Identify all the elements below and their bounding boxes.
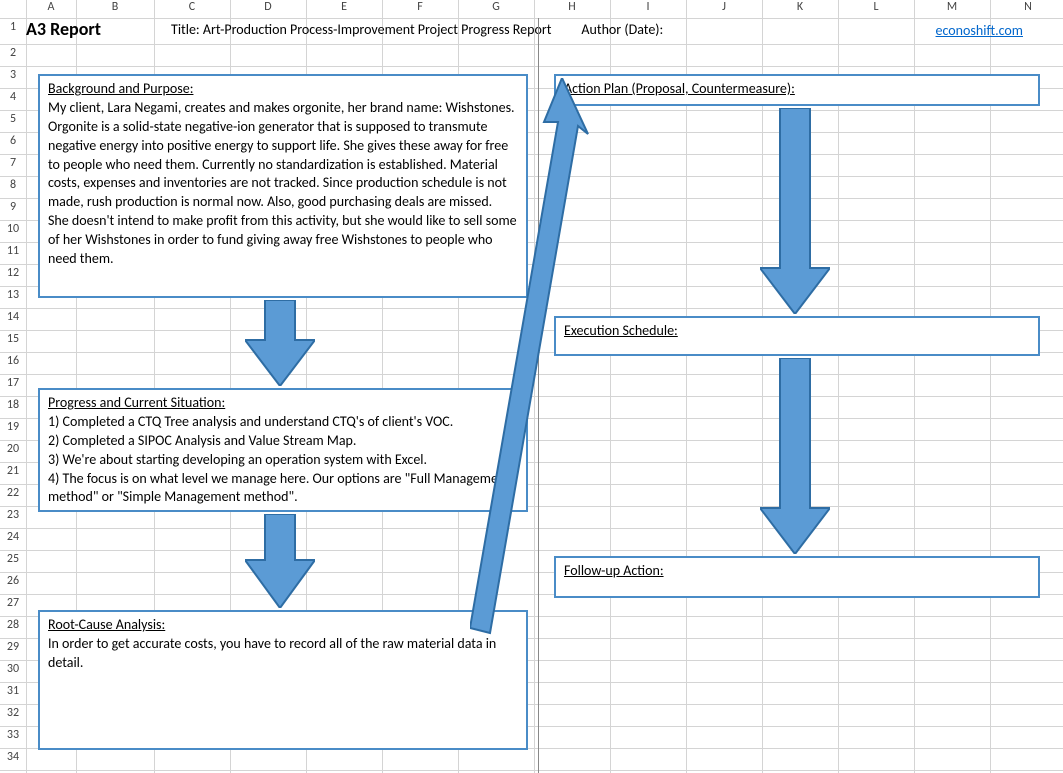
col-label: K bbox=[762, 0, 838, 18]
box-rootcause: Root-Cause Analysis: In order to get acc… bbox=[38, 610, 528, 750]
row-label: 31 bbox=[0, 684, 26, 698]
row-label: 13 bbox=[0, 288, 26, 302]
row-label: 4 bbox=[0, 90, 26, 104]
col-label: N bbox=[990, 0, 1063, 18]
box-heading: Root-Cause Analysis: bbox=[48, 616, 518, 635]
row-label: 6 bbox=[0, 134, 26, 148]
row-label: 5 bbox=[0, 112, 26, 126]
row-label: 9 bbox=[0, 200, 26, 214]
box-schedule: Execution Schedule: bbox=[554, 316, 1040, 356]
row-gridline bbox=[0, 770, 1063, 771]
down-arrow-icon bbox=[760, 108, 830, 314]
box-action: Action Plan (Proposal, Countermeasure): bbox=[554, 74, 1040, 106]
row-label: 25 bbox=[0, 552, 26, 566]
down-arrow-icon bbox=[760, 358, 830, 554]
row-label: 18 bbox=[0, 398, 26, 412]
row-gridline bbox=[0, 66, 1063, 67]
col-label: H bbox=[534, 0, 610, 18]
col-label: L bbox=[838, 0, 914, 18]
col-gridline bbox=[686, 0, 687, 773]
row-label: 22 bbox=[0, 486, 26, 500]
row-label: 34 bbox=[0, 750, 26, 764]
box-followup: Follow-up Action: bbox=[554, 556, 1040, 598]
row-label: 23 bbox=[0, 508, 26, 522]
box-body: In order to get accurate costs, you have… bbox=[48, 635, 518, 673]
row-label: 19 bbox=[0, 420, 26, 434]
row-label: 17 bbox=[0, 376, 26, 390]
box-body: 1) Completed a CTQ Tree analysis and und… bbox=[48, 413, 518, 507]
down-arrow-icon bbox=[245, 514, 315, 608]
diagonal-arrow-icon bbox=[470, 78, 590, 638]
box-heading: Execution Schedule: bbox=[564, 322, 1030, 341]
row-label: 1 bbox=[0, 20, 26, 34]
row-label: 30 bbox=[0, 662, 26, 676]
col-label: E bbox=[306, 0, 382, 18]
row-label: 14 bbox=[0, 310, 26, 324]
author-label: Author (Date): bbox=[581, 21, 663, 38]
row-label: 10 bbox=[0, 222, 26, 236]
col-label: I bbox=[610, 0, 686, 18]
box-heading: Progress and Current Situation: bbox=[48, 394, 518, 413]
row-label: 16 bbox=[0, 354, 26, 368]
box-background: Background and Purpose: My client, Lara … bbox=[38, 74, 528, 298]
down-arrow-icon bbox=[245, 300, 315, 386]
col-gridline bbox=[26, 0, 27, 773]
col-label: A bbox=[26, 0, 76, 18]
col-label: C bbox=[154, 0, 230, 18]
col-gridline bbox=[610, 0, 611, 773]
row-label: 8 bbox=[0, 178, 26, 192]
row-label: 11 bbox=[0, 244, 26, 258]
row-label: 32 bbox=[0, 706, 26, 720]
col-gridline bbox=[990, 0, 991, 773]
col-label: B bbox=[76, 0, 154, 18]
col-label: J bbox=[686, 0, 762, 18]
row-label: 27 bbox=[0, 596, 26, 610]
row-label: 2 bbox=[0, 46, 26, 60]
row-label: 24 bbox=[0, 530, 26, 544]
row-label: 3 bbox=[0, 68, 26, 82]
row-label: 28 bbox=[0, 618, 26, 632]
row-label: 21 bbox=[0, 464, 26, 478]
box-progress: Progress and Current Situation: 1) Compl… bbox=[38, 388, 528, 512]
box-heading: Follow-up Action: bbox=[564, 562, 1030, 581]
row-label: 29 bbox=[0, 640, 26, 654]
row-label: 20 bbox=[0, 442, 26, 456]
title-label: Title: Art-Production Process-Improvemen… bbox=[171, 21, 551, 38]
report-title: A3 Report bbox=[26, 18, 101, 40]
box-heading: Background and Purpose: bbox=[48, 80, 518, 99]
col-label: F bbox=[382, 0, 458, 18]
row-label: 7 bbox=[0, 156, 26, 170]
header-row: A3 Report Title: Art-Production Process-… bbox=[26, 18, 1055, 40]
row-label: 26 bbox=[0, 574, 26, 588]
col-gridline bbox=[914, 0, 915, 773]
row-label: 15 bbox=[0, 332, 26, 346]
row-label: 12 bbox=[0, 266, 26, 280]
col-label: G bbox=[458, 0, 534, 18]
row-gridline bbox=[0, 44, 1063, 45]
col-label: M bbox=[914, 0, 990, 18]
box-heading: Action Plan (Proposal, Countermeasure): bbox=[564, 80, 1030, 99]
col-gridline bbox=[838, 0, 839, 773]
row-label: 33 bbox=[0, 728, 26, 742]
col-label: D bbox=[230, 0, 306, 18]
source-link[interactable]: econoshift.com bbox=[936, 22, 1023, 39]
box-body: My client, Lara Negami, creates and make… bbox=[48, 99, 518, 269]
